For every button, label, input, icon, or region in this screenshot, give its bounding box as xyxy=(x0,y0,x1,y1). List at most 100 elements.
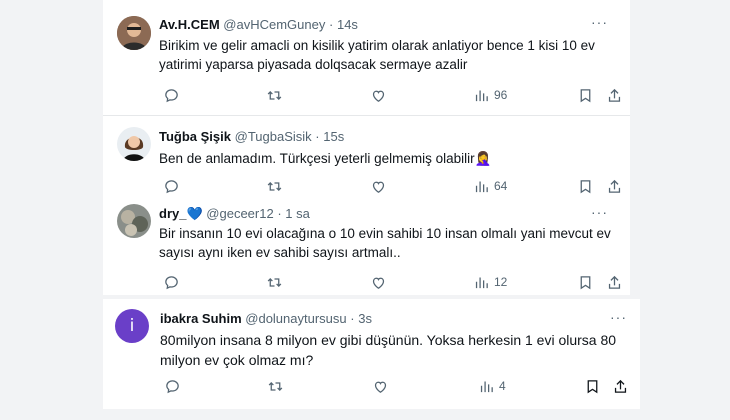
tweet-text: 80milyon insana 8 milyon ev gibi düşünün… xyxy=(160,330,616,370)
tweet[interactable]: i ibakra Suhim @dolunaytursusu · 3s ··· … xyxy=(103,299,640,409)
action-bar: 96 xyxy=(159,85,629,105)
share-icon xyxy=(608,88,621,102)
author-handle[interactable]: @dolunaytursusu xyxy=(245,311,346,326)
tweet-time[interactable]: 15s xyxy=(323,129,344,144)
share-button[interactable] xyxy=(606,176,623,196)
tweet-text-line: Birikim ve gelir amacli on kisilik yatir… xyxy=(159,38,595,53)
author-handle[interactable]: @geceer12 xyxy=(206,206,273,221)
separator-dot: · xyxy=(315,129,320,144)
like-button[interactable] xyxy=(372,376,389,396)
bookmark-icon xyxy=(580,88,591,102)
like-icon xyxy=(372,90,385,102)
retweet-icon xyxy=(267,90,282,100)
author-handle[interactable]: @avHCemGuney xyxy=(223,17,325,32)
views-icon xyxy=(475,90,488,101)
reply-button[interactable] xyxy=(163,176,180,196)
author-name[interactable]: Tuğba Şişik xyxy=(159,129,231,144)
tweet-text: Ben de anlamadım. Türkçesi yeterli gelme… xyxy=(159,149,491,168)
like-button[interactable] xyxy=(370,272,387,292)
reply-thread-card: Av.H.CEM @avHCemGuney · 14s ··· Birikim … xyxy=(103,0,630,295)
retweet-icon xyxy=(267,277,282,287)
more-options-button[interactable]: ··· xyxy=(591,14,608,30)
separator-dot: · xyxy=(350,311,355,326)
views-icon xyxy=(480,381,493,392)
view-count: 64 xyxy=(494,179,508,193)
tweet-text-line: Bir insanın 10 evi olacağına o 10 evin s… xyxy=(159,226,611,241)
reply-card: i ibakra Suhim @dolunaytursusu · 3s ··· … xyxy=(103,299,640,409)
like-button[interactable] xyxy=(370,85,387,105)
like-button[interactable] xyxy=(370,176,387,196)
reply-icon xyxy=(165,179,178,193)
avatar[interactable]: i xyxy=(115,309,149,343)
tweet-time[interactable]: 3s xyxy=(358,311,372,326)
reply-icon xyxy=(165,88,178,102)
views-button[interactable]: 4 xyxy=(478,376,506,396)
separator-dot: · xyxy=(277,206,282,221)
more-options-button[interactable]: ··· xyxy=(591,204,608,220)
views-icon xyxy=(475,277,488,288)
bookmark-button[interactable] xyxy=(577,85,594,105)
views-button[interactable]: 96 xyxy=(473,85,507,105)
tweet[interactable]: Tuğba Şişik @TugbaSisik · 15s Ben de anl… xyxy=(103,116,630,198)
like-icon xyxy=(372,181,385,193)
avatar[interactable] xyxy=(117,127,151,161)
like-icon xyxy=(372,277,385,289)
tweet-text-line: yatirimi yaparsa piyasada dolqsacak serm… xyxy=(159,57,468,72)
tweet-header: Av.H.CEM @avHCemGuney · 14s xyxy=(159,17,358,32)
more-options-button[interactable]: ··· xyxy=(610,309,627,325)
tweet-header: Tuğba Şişik @TugbaSisik · 15s xyxy=(159,129,344,144)
retweet-button[interactable] xyxy=(266,176,283,196)
bookmark-button[interactable] xyxy=(577,176,594,196)
author-handle[interactable]: @TugbaSisik xyxy=(235,129,312,144)
reply-button[interactable] xyxy=(164,376,181,396)
retweet-icon xyxy=(268,381,283,391)
share-icon xyxy=(608,179,621,193)
action-bar: 64 xyxy=(159,176,629,196)
share-icon xyxy=(614,379,627,393)
reply-button[interactable] xyxy=(163,272,180,292)
views-icon xyxy=(475,181,488,192)
share-button[interactable] xyxy=(606,85,623,105)
retweet-button[interactable] xyxy=(267,376,284,396)
views-button[interactable]: 64 xyxy=(473,176,507,196)
tweet-text: Birikim ve gelir amacli on kisilik yatir… xyxy=(159,36,595,74)
avatar[interactable] xyxy=(117,204,151,238)
avatar[interactable] xyxy=(117,16,151,50)
share-icon xyxy=(608,275,621,289)
retweet-icon xyxy=(267,181,282,191)
retweet-button[interactable] xyxy=(266,85,283,105)
share-button[interactable] xyxy=(612,376,629,396)
view-count: 12 xyxy=(494,275,508,289)
author-name[interactable]: ibakra Suhim xyxy=(160,311,242,326)
view-count: 96 xyxy=(494,88,508,102)
reply-icon xyxy=(166,379,179,393)
author-name[interactable]: Av.H.CEM xyxy=(159,17,220,32)
reply-button[interactable] xyxy=(163,85,180,105)
tweet-text-line: Ben de anlamadım. Türkçesi yeterli gelme… xyxy=(159,151,492,166)
share-button[interactable] xyxy=(606,272,623,292)
tweet-text: Bir insanın 10 evi olacağına o 10 evin s… xyxy=(159,224,611,262)
bookmark-button[interactable] xyxy=(584,376,601,396)
tweet[interactable]: Av.H.CEM @avHCemGuney · 14s ··· Birikim … xyxy=(103,0,630,114)
tweet[interactable]: dry_💙 @geceer12 · 1 sa ··· Bir insanın 1… xyxy=(103,198,630,295)
views-button[interactable]: 12 xyxy=(473,272,507,292)
tweet-header: dry_💙 @geceer12 · 1 sa xyxy=(159,206,310,222)
action-bar: 12 xyxy=(159,272,629,292)
tweet-text-line: sayısı aynı iken ev sahibi sayısı artmal… xyxy=(159,245,401,260)
tweet-time[interactable]: 1 sa xyxy=(285,206,310,221)
tweet-text-line: 80milyon insana 8 milyon ev gibi düşünün… xyxy=(160,332,617,348)
view-count: 4 xyxy=(499,379,506,393)
retweet-button[interactable] xyxy=(266,272,283,292)
reply-icon xyxy=(165,275,178,289)
bookmark-icon xyxy=(587,379,598,393)
avatar-letter: i xyxy=(129,316,135,336)
bookmark-icon xyxy=(580,275,591,289)
tweet-text-line: milyon ev çok olmaz mı? xyxy=(160,352,314,368)
like-icon xyxy=(374,381,387,393)
author-name[interactable]: dry_💙 xyxy=(159,206,203,221)
tweet-header: ibakra Suhim @dolunaytursusu · 3s xyxy=(160,311,372,326)
bookmark-button[interactable] xyxy=(577,272,594,292)
tweet-time[interactable]: 14s xyxy=(337,17,358,32)
separator-dot: · xyxy=(329,17,334,32)
action-bar: 4 xyxy=(160,376,635,396)
